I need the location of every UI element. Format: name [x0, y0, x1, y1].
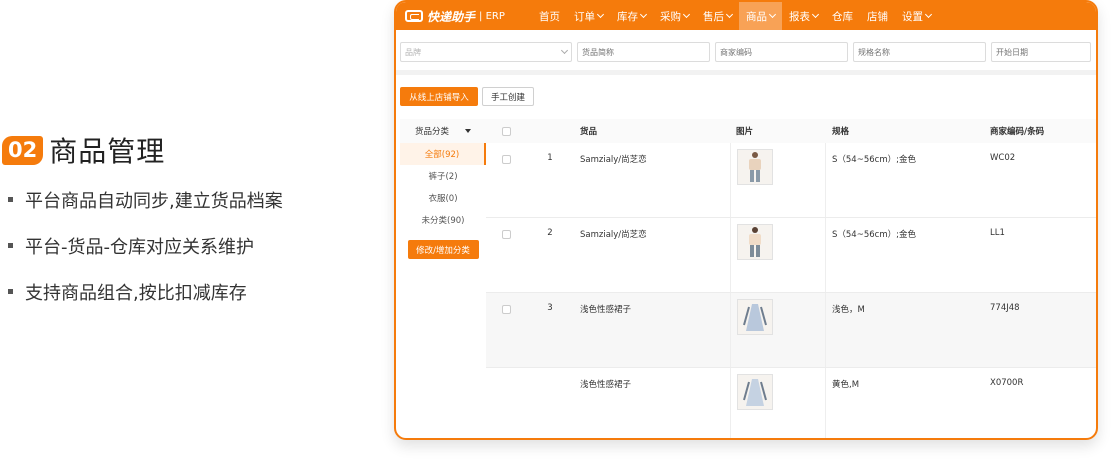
promo-number-badge: 02: [2, 135, 44, 165]
row-spec: 黄色,M: [832, 380, 860, 390]
chevron-down-icon: [768, 10, 777, 19]
table-row[interactable]: 1 Samzialy/尚芝恋 S（54~56cm）;金色 WC02: [486, 143, 1096, 218]
category-header[interactable]: 货品分类: [400, 119, 486, 143]
row-index: 3: [547, 303, 553, 313]
logo-subtitle: | ERP: [479, 10, 505, 22]
row-goods-name: Samzialy/尚芝恋: [580, 230, 647, 240]
table-row[interactable]: 浅色性感裙子 黄色,M X0700R: [486, 368, 1096, 438]
bullet-icon: [8, 289, 13, 294]
category-item-pants[interactable]: 裤子(2): [400, 165, 486, 187]
row-code: WC02: [990, 153, 1016, 163]
nav-products[interactable]: 商品: [739, 2, 782, 30]
category-item-clothes[interactable]: 衣服(0): [400, 187, 486, 209]
import-from-store-button[interactable]: 从线上店铺导入: [400, 87, 478, 106]
logo-text: 快递助手: [427, 9, 476, 24]
row-index: [526, 368, 574, 438]
start-date-input[interactable]: [990, 42, 1091, 62]
row-spec: 浅色，M: [832, 305, 865, 315]
caret-down-icon: [465, 129, 471, 133]
select-all-checkbox[interactable]: [501, 126, 511, 136]
promo-feature-list: 平台商品自动同步,建立货品档案 平台-货品-仓库对应关系维护 支持商品组合,按比…: [8, 186, 283, 324]
row-code: 774J48: [990, 303, 1020, 313]
column-header-goods: 货品: [580, 127, 598, 137]
row-index: 2: [547, 228, 553, 238]
bullet-icon: [8, 243, 13, 248]
brand-select[interactable]: 品牌: [400, 42, 573, 62]
chevron-down-icon: [924, 10, 933, 19]
row-code: LL1: [990, 228, 1005, 238]
chevron-down-icon: [596, 10, 605, 19]
spec-name-input[interactable]: [853, 42, 986, 62]
product-thumbnail[interactable]: [737, 149, 773, 185]
row-spec: S（54~56cm）;金色: [832, 230, 916, 240]
nav-stores[interactable]: 店铺: [860, 2, 895, 30]
column-header-image: 图片: [736, 127, 754, 137]
column-header-code: 商家编码/条码: [990, 127, 1045, 137]
row-goods-name: 浅色性感裙子: [580, 305, 632, 315]
main-nav: 首页 订单 库存 采购 售后 商品 报表 仓库 店铺 设置: [532, 2, 938, 30]
top-nav-bar: 快递助手 | ERP 首页 订单 库存 采购 售后 商品 报表 仓库 店铺 设置: [396, 2, 1096, 30]
row-checkbox[interactable]: [501, 230, 511, 239]
chevron-down-icon: [639, 10, 648, 19]
promo-heading: 商品管理: [49, 135, 166, 168]
edit-category-button[interactable]: 修改/增加分类: [407, 240, 479, 259]
chevron-down-icon: [682, 10, 691, 19]
promo-title: 02 商品管理: [2, 130, 165, 170]
chevron-down-icon: [560, 46, 569, 55]
category-item-all[interactable]: 全部(92): [400, 143, 486, 165]
product-thumbnail[interactable]: [737, 299, 773, 335]
nav-purchase[interactable]: 采购: [653, 2, 696, 30]
row-code: X0700R: [990, 378, 1024, 388]
product-thumbnail[interactable]: [737, 374, 773, 410]
row-checkbox[interactable]: [501, 305, 511, 314]
merchant-code-input[interactable]: [715, 42, 848, 62]
nav-after-sales[interactable]: 售后: [696, 2, 739, 30]
column-header-spec: 规格: [832, 127, 850, 137]
row-goods-name: 浅色性感裙子: [580, 380, 632, 390]
nav-reports[interactable]: 报表: [782, 2, 825, 30]
chevron-down-icon: [811, 10, 820, 19]
table-header: 货品 图片 规格 商家编码/条码: [486, 119, 1096, 143]
promo-feature-item: 支持商品组合,按比扣减库存: [8, 278, 283, 305]
nav-settings[interactable]: 设置: [895, 2, 938, 30]
filter-bar: 品牌: [400, 42, 1096, 62]
app-window: 快递助手 | ERP 首页 订单 库存 采购 售后 商品 报表 仓库 店铺 设置…: [394, 0, 1098, 440]
row-checkbox[interactable]: [501, 155, 511, 164]
app-logo[interactable]: 快递助手 | ERP: [396, 8, 532, 25]
row-spec: S（54~56cm）;金色: [832, 155, 916, 165]
category-sidebar: 货品分类 全部(92) 裤子(2) 衣服(0) 未分类(90) 修改/增加分类: [400, 119, 486, 259]
promo-feature-item: 平台-货品-仓库对应关系维护: [8, 232, 283, 259]
promo-feature-item: 平台商品自动同步,建立货品档案: [8, 186, 283, 213]
goods-short-name-input[interactable]: [577, 42, 711, 62]
nav-orders[interactable]: 订单: [567, 2, 610, 30]
row-goods-name: Samzialy/尚芝恋: [580, 155, 647, 165]
category-item-uncategorized[interactable]: 未分类(90): [400, 209, 486, 231]
goods-table: 货品 图片 规格 商家编码/条码 1 Samzialy/尚芝恋 S（54~56c…: [486, 119, 1096, 438]
nav-inventory[interactable]: 库存: [610, 2, 653, 30]
section-divider: [396, 70, 1096, 75]
logo-icon: [405, 10, 423, 22]
manual-create-button[interactable]: 手工创建: [482, 87, 534, 106]
product-thumbnail[interactable]: [737, 224, 773, 260]
table-row[interactable]: 2 Samzialy/尚芝恋 S（54~56cm）;金色 LL1: [486, 218, 1096, 293]
nav-home[interactable]: 首页: [532, 2, 567, 30]
bullet-icon: [8, 197, 13, 202]
row-index: 1: [547, 153, 553, 163]
nav-warehouse[interactable]: 仓库: [825, 2, 860, 30]
table-row[interactable]: 3 浅色性感裙子 浅色，M 774J48: [486, 293, 1096, 368]
chevron-down-icon: [725, 10, 734, 19]
